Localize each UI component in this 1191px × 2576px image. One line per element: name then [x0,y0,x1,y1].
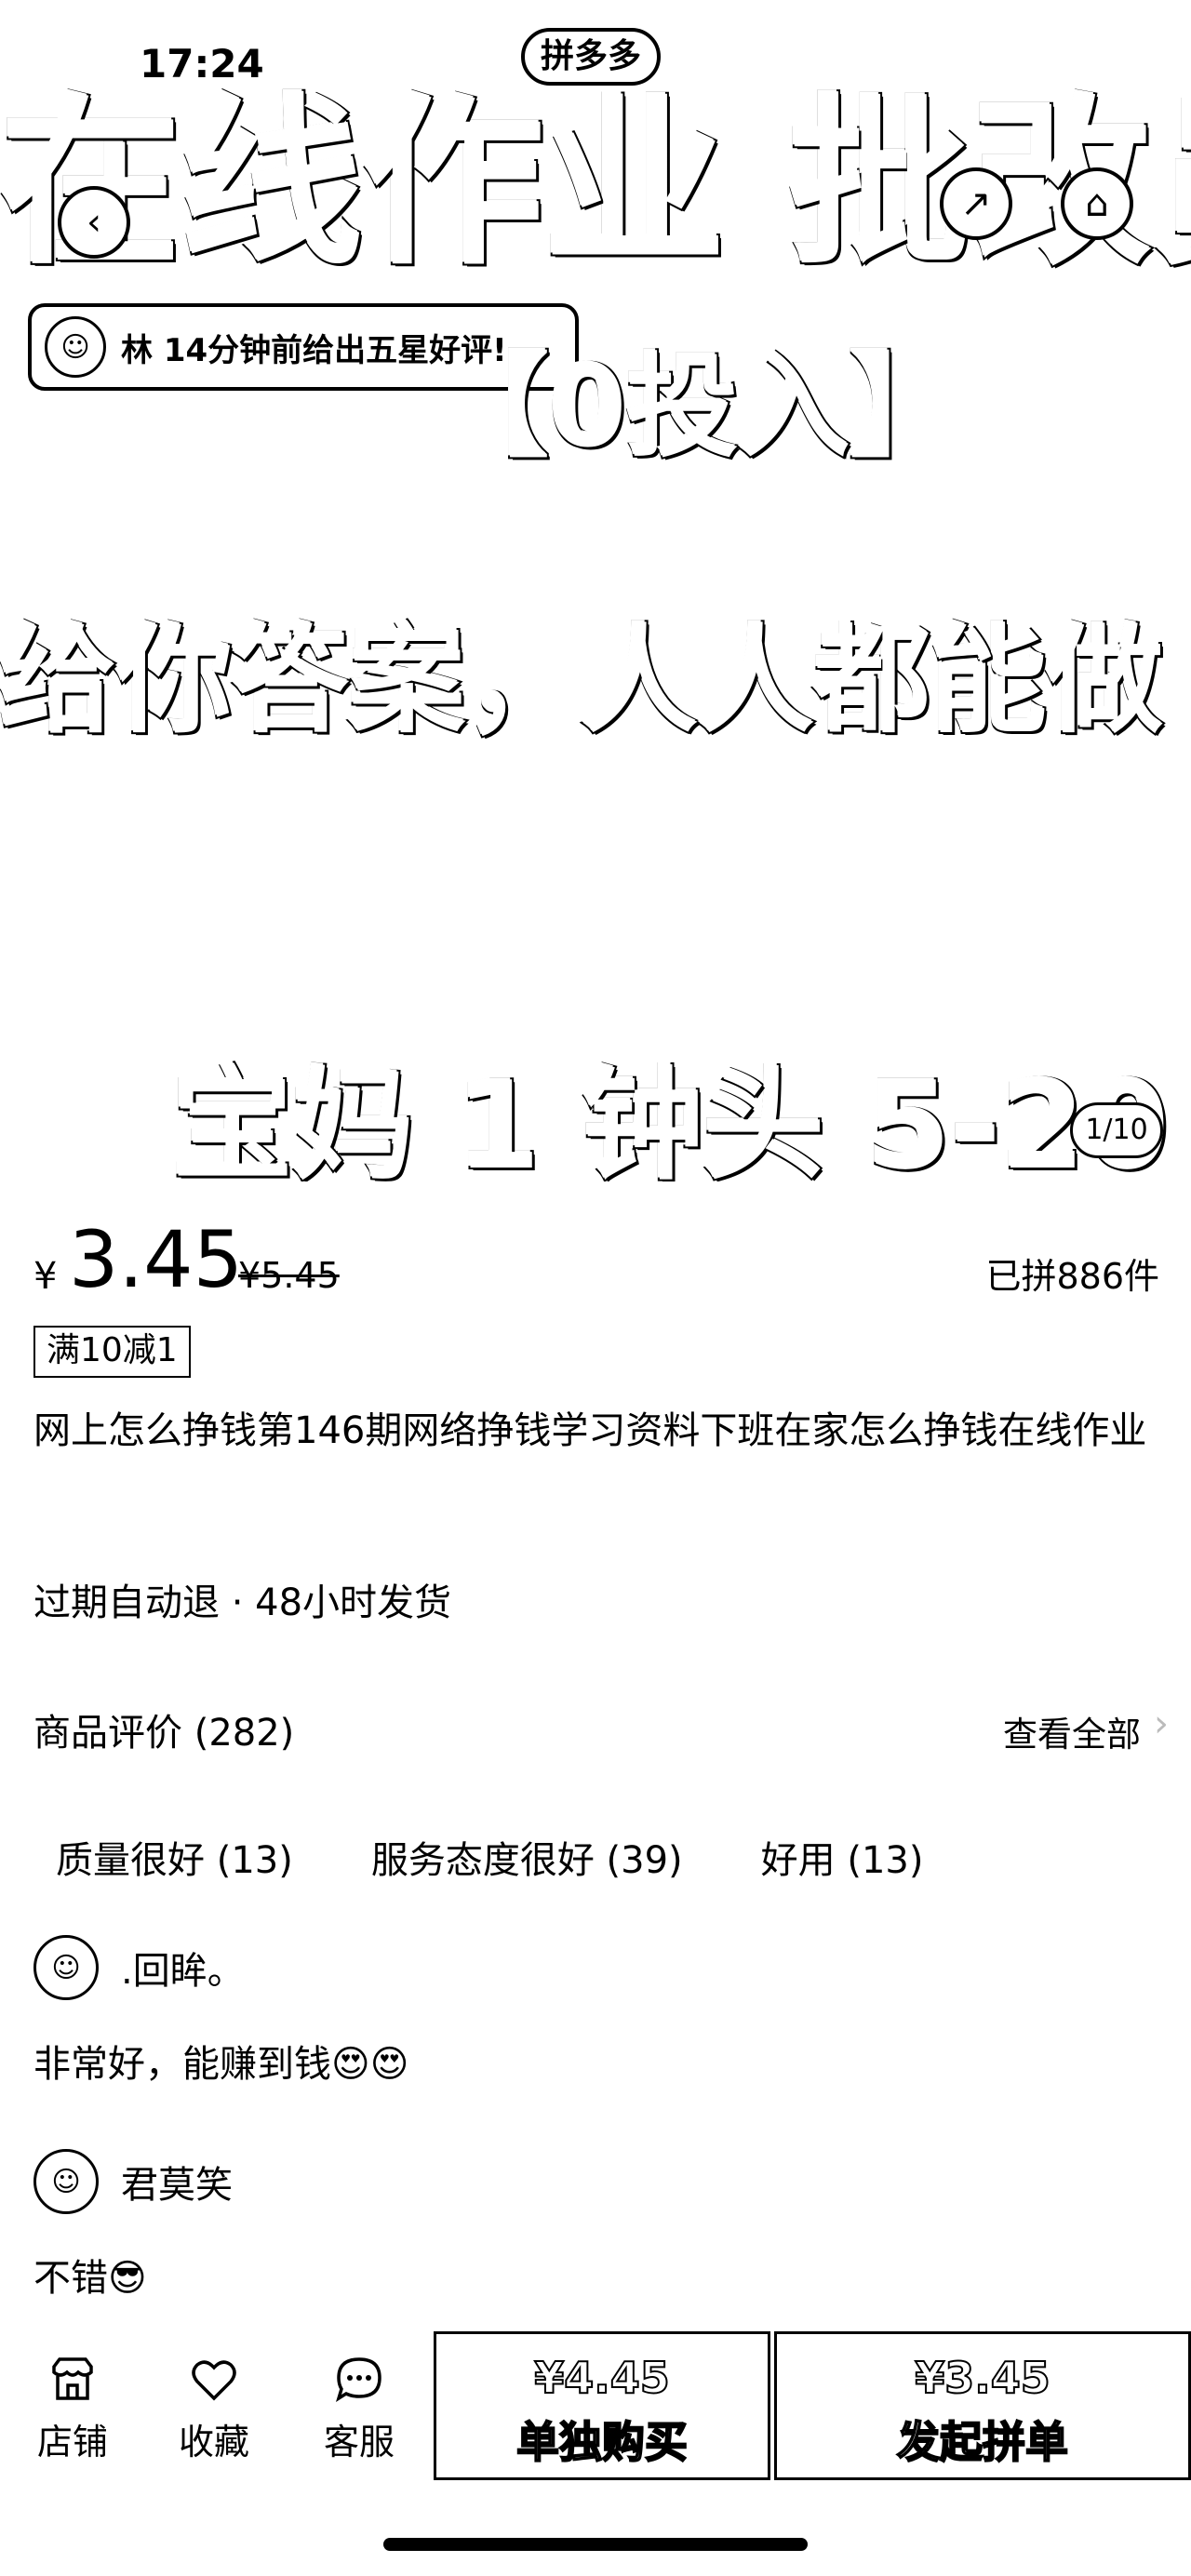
image-page-counter: 1/10 [1070,1102,1163,1158]
group-buy-price: ¥3.45 [914,2352,1051,2404]
delivery-info[interactable]: 过期自动退 · 48小时发货 [33,1572,451,1626]
chat-icon [335,2357,381,2402]
store-label: 店铺 [36,2422,108,2463]
reviews-header[interactable]: 商品评价 (282) 查看全部 › [33,1702,1178,1758]
bottom-action-bar: 店铺 收藏 客服 ¥4.45 单独购买 ¥3.45 发起拼单 [0,2331,1191,2480]
service-label: 客服 [323,2422,395,2463]
share-icon: ↗ [960,182,992,225]
platform-badge: 拼多多 [521,28,661,86]
review-user: 君莫笑 [121,2164,233,2207]
buy-alone-price: ¥4.45 [533,2352,671,2404]
reviews-title: 商品评价 (282) [33,1712,295,1755]
avatar: ☺ [45,316,106,378]
review-tags: 质量很好 (13) 服务态度很好 (39) 好用 (13) [33,1828,945,1893]
review-tag[interactable]: 服务态度很好 (39) [349,1828,705,1893]
price-row: ¥ 3.45 ¥5.45 已拼886件 [33,1214,1159,1307]
customer-service-button[interactable]: 客服 [303,2354,415,2464]
original-price: ¥5.45 [238,1255,340,1296]
review-text: 非常好，能赚到钱😍😍 [33,2043,409,2086]
product-title: 网上怎么挣钱第146期网络挣钱学习资料下班在家怎么挣钱在线作业 [33,1409,1147,1452]
coupon-badge[interactable]: 满10减1 [33,1326,191,1378]
see-all-link[interactable]: 查看全部 [1003,1706,1141,1756]
home-indicator[interactable] [383,2538,808,2551]
review-text: 不错😎 [33,2257,147,2300]
review-tag[interactable]: 质量很好 (13) [33,1828,315,1893]
hero-subtitle-2: 给你答案，人人都能做 [0,612,1165,751]
favorite-button[interactable]: 收藏 [158,2354,270,2464]
share-button[interactable]: ↗ [940,167,1012,240]
currency-symbol: ¥ [33,1255,58,1298]
avatar: ☺ [33,1935,99,2000]
hero-subtitle-1: 【0投入】 [435,341,963,474]
sold-count: 已拼886件 [985,1256,1159,1297]
chevron-left-icon: ‹ [87,201,101,244]
start-group-buy-button[interactable]: ¥3.45 发起拼单 [774,2331,1191,2480]
store-icon [52,2357,93,2400]
avatar: ☺ [33,2149,99,2214]
home-icon: ⌂ [1085,182,1109,225]
heart-icon [192,2360,236,2401]
price: 3.45 [69,1214,244,1305]
back-button[interactable]: ‹ [58,186,130,259]
buy-alone-label: 单独购买 [515,2416,689,2468]
group-buy-label: 发起拼单 [896,2416,1069,2468]
home-button[interactable]: ⌂ [1061,167,1133,240]
store-button[interactable]: 店铺 [17,2354,128,2464]
review-item[interactable]: ☺ .回眸。 非常好，能赚到钱😍😍 [33,1935,1159,2088]
review-item[interactable]: ☺ 君莫笑 不错😎 [33,2149,1159,2302]
favorite-label: 收藏 [178,2422,249,2463]
chevron-right-icon: › [1154,1702,1169,1745]
review-user: .回眸。 [121,1950,245,1993]
product-image-carousel[interactable]: 17:24 在线作业 批改员 拼多多 ‹ ↗ ⌂ ☺ 林 14分钟前给出五星好评… [0,0,1191,1181]
hero-subtitle-3: 宝妈 1 钟头 5-20 元 [170,1053,1191,1181]
review-tag[interactable]: 好用 (13) [739,1828,946,1893]
buy-alone-button[interactable]: ¥4.45 单独购买 [434,2331,770,2480]
